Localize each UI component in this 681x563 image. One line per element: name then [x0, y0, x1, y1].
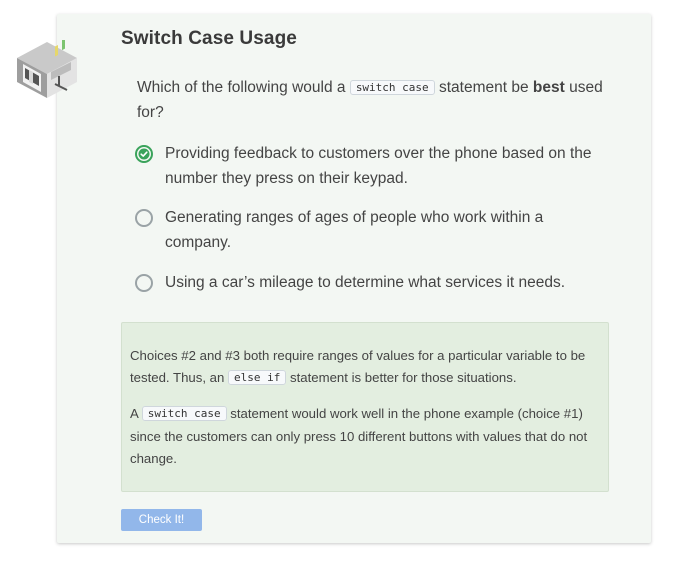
radio-empty-icon[interactable] [135, 209, 153, 227]
question-text: Which of the following would a switch ca… [137, 76, 607, 125]
feedback-paragraph-2: A switch case statement would work well … [130, 403, 600, 470]
feedback-p2-code: switch case [141, 406, 227, 421]
question-code: switch case [349, 80, 435, 95]
page-title: Switch Case Usage [121, 28, 297, 49]
option-label: Providing feedback to customers over the… [165, 145, 592, 187]
option-label: Generating ranges of ages of people who … [165, 209, 544, 251]
question-prefix: Which of the following would a [137, 79, 350, 96]
feedback-paragraph-1: Choices #2 and #3 both require ranges of… [130, 345, 600, 390]
building-logo-icon [17, 40, 77, 98]
feedback-panel: Choices #2 and #3 both require ranges of… [121, 322, 609, 492]
feedback-p1-suffix: statement is better for those situations… [286, 370, 517, 385]
question-middle: statement be [434, 79, 533, 96]
check-circle-icon[interactable] [135, 145, 153, 163]
question-emphasis: best [532, 79, 565, 96]
radio-empty-icon[interactable] [135, 274, 153, 292]
feedback-p2-prefix: A [130, 406, 142, 421]
check-it-button[interactable]: Check It! [121, 509, 202, 531]
feedback-p1-code: else if [228, 370, 287, 385]
option-label: Using a car’s mileage to determine what … [165, 274, 566, 291]
